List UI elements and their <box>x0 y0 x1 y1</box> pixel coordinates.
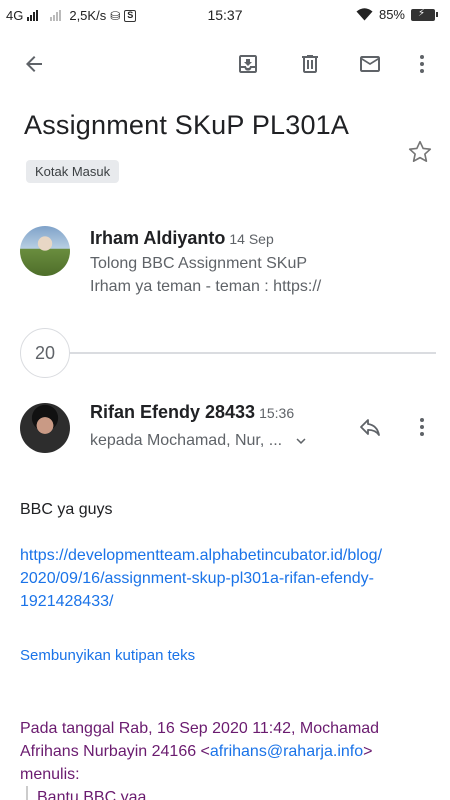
inbox-label-chip[interactable]: Kotak Masuk <box>26 160 120 183</box>
quote-email-link[interactable]: afrihans@raharja.info <box>210 743 363 760</box>
delete-icon <box>302 55 318 73</box>
star-button[interactable] <box>404 136 436 168</box>
reply-button[interactable] <box>350 407 390 447</box>
hide-quoted-text-link[interactable]: Sembunyikan kutipan teks <box>20 644 195 667</box>
quote-sender-text: Afrihans Nurbayin 24166 < <box>20 743 210 760</box>
chevron-down-icon <box>296 438 306 444</box>
message-snippet: Irham ya teman - teman : https:// <box>90 278 322 295</box>
back-arrow-icon <box>26 56 42 72</box>
archive-button[interactable] <box>228 44 268 84</box>
blog-link-line: 2020/09/16/assignment-skup-pl301a-rifan-… <box>20 570 374 587</box>
message-more-button[interactable] <box>402 407 442 447</box>
recipients-toggle[interactable]: kepada Mochamad, Nur, ... <box>90 432 310 450</box>
battery-icon: ⚡ <box>411 8 438 21</box>
body-greeting: BBC ya guys <box>20 501 113 518</box>
top-toolbar <box>0 40 450 88</box>
sender-name: Irham Aldiyanto <box>90 228 226 248</box>
archive-icon <box>239 55 257 73</box>
quote-header-line: Pada tanggal Rab, 16 Sep 2020 11:42, Moc… <box>20 720 380 737</box>
mark-unread-button[interactable] <box>350 44 390 84</box>
message-time: 15:36 <box>259 405 295 421</box>
blog-link-line: 1921428433/ <box>20 593 114 610</box>
message-subject-line: Tolong BBC Assignment SKuP <box>90 255 308 272</box>
thread-subject: Assignment SKuP PL301A <box>24 110 350 140</box>
more-vert-icon <box>420 418 424 436</box>
status-right: 85% ⚡ <box>356 7 438 22</box>
sender-avatar <box>20 403 70 453</box>
sender-line: Irham Aldiyanto 14 Sep <box>90 228 274 249</box>
collapsed-divider <box>20 352 436 354</box>
mail-icon <box>360 56 380 72</box>
sender-avatar <box>20 226 70 276</box>
quote-header: Pada tanggal Rab, 16 Sep 2020 11:42, Moc… <box>20 717 379 786</box>
message-date: 14 Sep <box>229 231 274 247</box>
blog-link[interactable]: https://developmentteam.alphabetincubato… <box>20 544 382 613</box>
status-bar: 4G 2,5K/s ⛁ S 15:37 85% ⚡ <box>0 0 450 32</box>
star-outline-icon <box>408 140 432 163</box>
quote-header-line: menulis: <box>20 766 80 783</box>
more-options-button[interactable] <box>402 44 442 84</box>
battery-percent: 85% <box>378 7 405 22</box>
delete-button[interactable] <box>290 44 330 84</box>
quote-bar <box>26 786 28 800</box>
quoted-text: Bantu BBC yaa <box>37 789 147 800</box>
sender-line: Rifan Efendy 28433 15:36 <box>90 402 294 423</box>
back-button[interactable] <box>14 44 54 84</box>
quote-bracket: > <box>363 743 373 760</box>
more-vert-icon <box>420 55 424 73</box>
recipients-text: kepada Mochamad, Nur, ... <box>90 432 283 449</box>
blog-link-line: https://developmentteam.alphabetincubato… <box>20 547 383 564</box>
wifi-icon <box>356 8 373 21</box>
reply-icon <box>360 419 380 436</box>
sender-name: Rifan Efendy 28433 <box>90 402 256 422</box>
quote-header-line-2: Afrihans Nurbayin 24166 <afrihans@raharj… <box>20 740 379 763</box>
collapsed-messages-count[interactable]: 20 <box>20 328 70 378</box>
